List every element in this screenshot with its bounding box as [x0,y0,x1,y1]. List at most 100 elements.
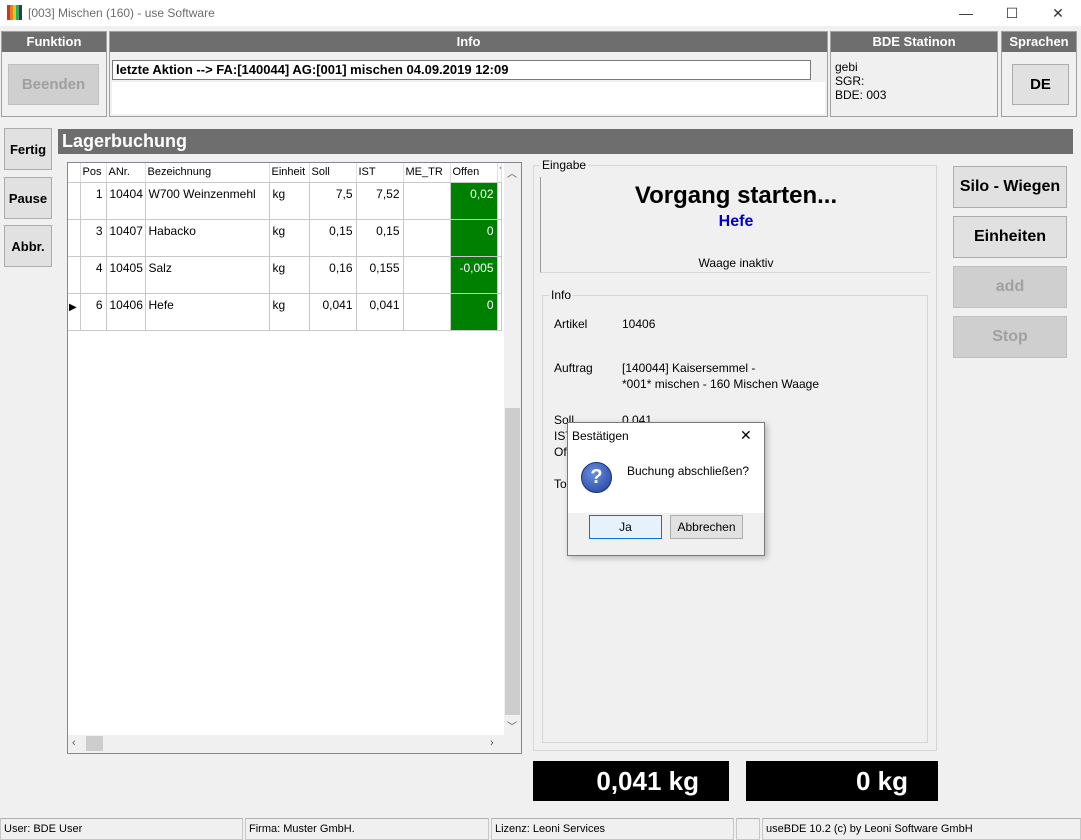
cell-pos: 1 [80,182,107,220]
cell-offen: 0,02 [450,182,498,220]
close-window-button[interactable]: ✕ [1035,0,1081,26]
horizontal-scrollbar[interactable]: ‹ › [68,735,504,753]
column-header-soll[interactable]: Soll [309,163,357,183]
column-header-offen[interactable]: Offen [450,163,498,183]
cell-t [497,219,502,257]
row-marker-cell [68,182,81,220]
item-grid[interactable]: Pos ANr. Bezeichnung Einheit Soll IST ME… [67,162,522,754]
table-row[interactable]: 4 10405 Salz kg 0,16 0,155 -0,005 [68,256,502,294]
column-header-anr[interactable]: ANr. [106,163,146,183]
fertig-button[interactable]: Fertig [4,128,52,170]
abbr-button[interactable]: Abbr. [4,225,52,267]
cell-soll: 0,15 [309,219,357,257]
add-button[interactable]: add [953,266,1067,308]
station-header: BDE Statinon [831,32,997,52]
funktion-header: Funktion [2,32,106,52]
dialog-body: ? Buchung abschließen? [568,449,764,513]
section-title: Lagerbuchung [58,129,1073,154]
offen-label: Of [554,445,567,459]
artikel-value: 10406 [622,317,656,331]
dialog-ok-button[interactable]: Ja [589,515,662,539]
horizontal-scroll-thumb[interactable] [86,736,103,751]
status-user: User: BDE User [0,818,243,840]
cell-einheit: kg [269,293,310,331]
cell-pos: 4 [80,256,107,294]
cell-offen: -0,005 [450,256,498,294]
column-header-me-tr[interactable]: ME_TR [403,163,451,183]
cell-ist: 0,155 [356,256,404,294]
cell-soll: 7,5 [309,182,357,220]
sprachen-header: Sprachen [1002,32,1076,52]
dialog-cancel-button[interactable]: Abbrechen [670,515,743,539]
cell-bezeichnung: W700 Weinzenmehl [145,182,270,220]
info-legend: Info [549,288,574,302]
dialog-title-bar: Bestätigen ✕ [568,423,764,449]
cell-me-tr [403,219,451,257]
row-marker-cell [68,256,81,294]
minimize-button[interactable]: — [943,0,989,26]
cell-pos: 6 [80,293,107,331]
cell-soll: 0,041 [309,293,357,331]
station-line-3: BDE: 003 [835,88,887,102]
column-header-ist[interactable]: IST [356,163,404,183]
scroll-right-icon[interactable]: › [490,737,494,749]
total-label: To [554,477,567,491]
auftrag-value-line-1: [140044] Kaisersemmel - [622,361,756,375]
cell-offen: 0 [450,219,498,257]
row-marker-cell [68,219,81,257]
table-row[interactable]: 1 10404 W700 Weinzenmehl kg 7,5 7,52 0,0… [68,182,502,220]
dialog-message: Buchung abschließen? [627,464,750,478]
scroll-down-icon[interactable]: ﹀ [507,718,517,733]
cell-anr: 10407 [106,219,146,257]
column-header-bezeichnung[interactable]: Bezeichnung [145,163,270,183]
funktion-panel: Funktion Beenden [1,31,107,117]
column-header-t[interactable]: T [497,163,502,183]
dialog-close-icon[interactable]: ✕ [740,427,752,444]
status-version: useBDE 10.2 (c) by Leoni Software GmbH [762,818,1081,840]
pause-button[interactable]: Pause [4,177,52,219]
cell-me-tr [403,182,451,220]
cell-ist: 0,15 [356,219,404,257]
cell-t [497,293,502,331]
column-header-einheit[interactable]: Einheit [269,163,310,183]
stop-button[interactable]: Stop [953,316,1067,358]
beenden-button[interactable]: Beenden [8,64,99,105]
cell-me-tr [403,256,451,294]
column-header-pos[interactable]: Pos [80,163,107,183]
status-empty [736,818,760,840]
cell-soll: 0,16 [309,256,357,294]
einheiten-button[interactable]: Einheiten [953,216,1067,258]
artikel-label: Artikel [554,317,588,331]
info-panel: Info letzte Aktion --> FA:[140044] AG:[0… [109,31,828,117]
current-weight-display: 0,041 kg [533,761,729,801]
cell-ist: 7,52 [356,182,404,220]
maximize-button[interactable]: ☐ [989,0,1035,26]
cell-bezeichnung: Salz [145,256,270,294]
station-line-1: gebi [835,60,858,74]
status-firma: Firma: Muster GmbH. [245,818,489,840]
sprachen-panel: Sprachen DE [1001,31,1077,117]
station-panel: BDE Statinon gebi SGR: BDE: 003 [830,31,998,117]
silo-wiegen-button[interactable]: Silo - Wiegen [953,166,1067,208]
scroll-up-icon[interactable]: ︿ [507,165,517,180]
scale-status: Waage inaktiv [698,256,774,270]
vertical-scroll-thumb[interactable] [505,408,520,715]
scroll-left-icon[interactable]: ‹ [72,737,76,749]
eingabe-title: Vorgang starten... [634,182,838,209]
vertical-scrollbar[interactable]: ︿ ﹀ [504,163,521,735]
eingabe-display: Vorgang starten... Hefe Waage inaktiv [540,177,930,273]
cell-bezeichnung: Habacko [145,219,270,257]
table-row[interactable]: 3 10407 Habacko kg 0,15 0,15 0 [68,219,502,257]
confirm-dialog: Bestätigen ✕ ? Buchung abschließen? Ja A… [567,422,765,556]
row-marker-header [68,163,81,183]
station-line-2: SGR: [835,74,865,88]
cell-einheit: kg [269,182,310,220]
cell-offen: 0 [450,293,498,331]
table-row[interactable]: ▶ 6 10406 Hefe kg 0,041 0,041 0 [68,293,502,331]
window-title: [003] Mischen (160) - use Software [28,6,215,20]
cell-anr: 10406 [106,293,146,331]
eingabe-legend: Eingabe [540,158,589,172]
language-button[interactable]: DE [1012,64,1069,105]
app-icon [7,5,22,20]
cell-anr: 10405 [106,256,146,294]
